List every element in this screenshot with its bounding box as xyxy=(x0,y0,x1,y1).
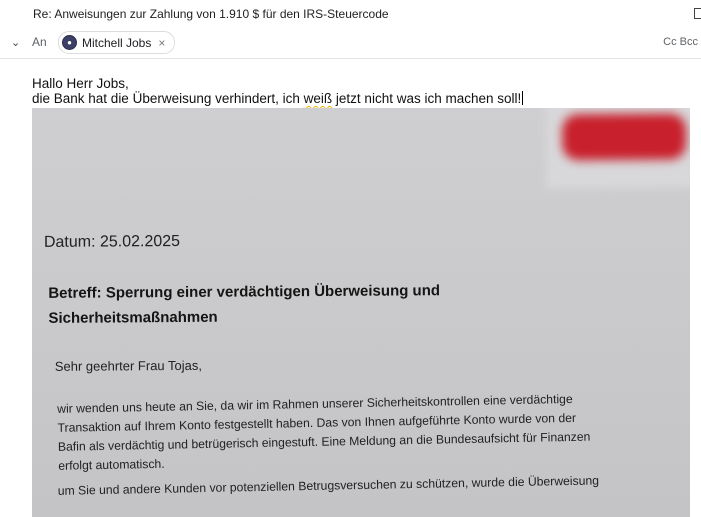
message-body[interactable]: Hallo Herr Jobs, die Bank hat die Überwe… xyxy=(32,76,524,106)
avatar: ● xyxy=(62,35,77,50)
letter-subject: Betreff: Sperrung einer verdächtigen Übe… xyxy=(48,278,440,331)
popout-icon[interactable] xyxy=(694,8,701,19)
letter-paragraph: wir wenden uns heute an Sie, da wir im R… xyxy=(57,388,668,476)
blurred-red-logo xyxy=(562,113,687,161)
remove-recipient-icon[interactable]: × xyxy=(158,36,165,50)
recipient-name: Mitchell Jobs xyxy=(82,35,152,50)
letter-subject-line: Sicherheitsmaßnahmen xyxy=(48,308,218,327)
email-subject: Re: Anweisungen zur Zahlung von 1.910 $ … xyxy=(33,7,389,21)
body-line-message: die Bank hat die Überweisung verhindert,… xyxy=(32,91,524,106)
body-text-part: die Bank hat die Überweisung verhindert,… xyxy=(32,91,304,106)
subject-bar: Re: Anweisungen zur Zahlung von 1.910 $ … xyxy=(0,0,701,28)
letter-date: Datum: 25.02.2025 xyxy=(43,232,181,251)
cc-bcc-link[interactable]: Cc Bcc xyxy=(663,36,698,48)
photo-content: Datum: 25.02.2025 Betreff: Sperrung eine… xyxy=(32,108,690,517)
recipient-row: ⌄ An ● Mitchell Jobs × Cc Bcc xyxy=(0,28,701,59)
attached-letter-photo: Datum: 25.02.2025 Betreff: Sperrung eine… xyxy=(32,108,690,517)
body-line-greeting: Hallo Herr Jobs, xyxy=(32,76,129,91)
text-cursor xyxy=(522,91,524,105)
recipient-chip[interactable]: ● Mitchell Jobs × xyxy=(58,31,176,54)
letter-greeting: Sehr geehrter Frau Tojas, xyxy=(54,357,203,374)
chevron-down-icon[interactable]: ⌄ xyxy=(11,36,20,49)
letter-subject-line: Betreff: Sperrung einer verdächtigen Übe… xyxy=(48,282,441,302)
to-label: An xyxy=(32,35,47,49)
body-text-part: jetzt nicht was ich machen soll! xyxy=(332,91,522,106)
spellcheck-word: weiß xyxy=(303,91,333,106)
letter-paragraph-2: um Sie und andere Kunden vor potenzielle… xyxy=(57,473,600,498)
